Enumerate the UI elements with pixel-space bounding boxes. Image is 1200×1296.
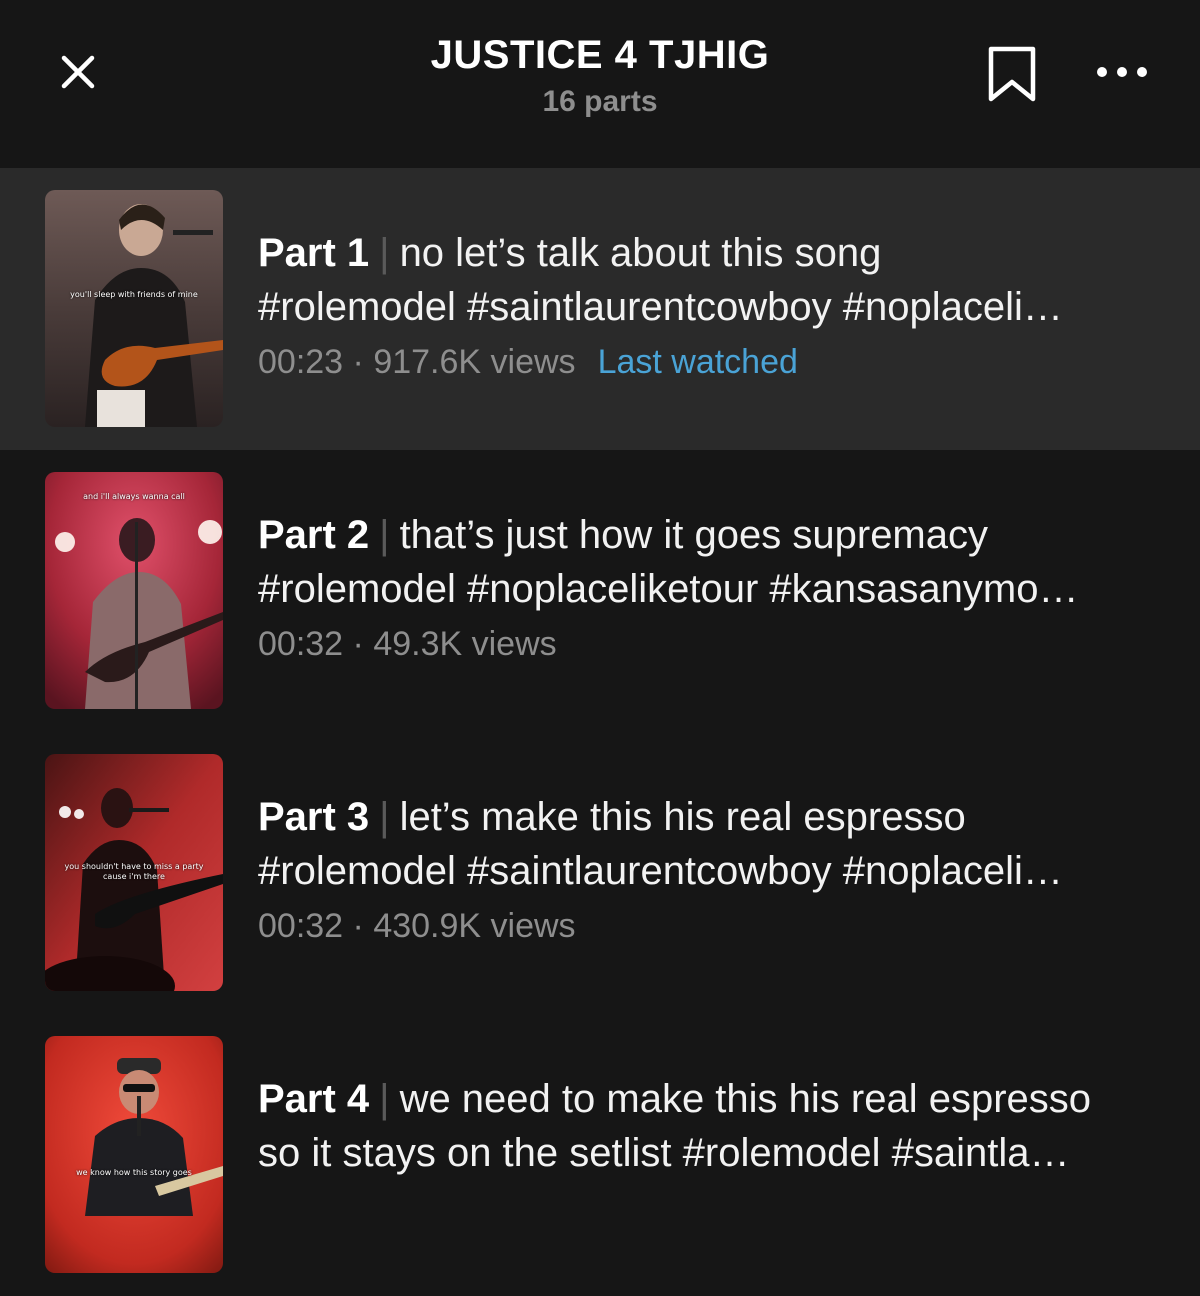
video-thumbnail[interactable]: and i'll always wanna call xyxy=(45,472,223,709)
part-title-line: Part 1 | no let’s talk about this song xyxy=(258,226,1168,280)
part-text: Part 2 | that’s just how it goes supremacy… xyxy=(258,508,1168,666)
view-count: 430.9K views xyxy=(373,907,576,945)
close-icon xyxy=(61,55,95,89)
thumbnail-caption: and i'll always wanna call xyxy=(83,492,185,501)
meta-dot: · xyxy=(352,343,364,381)
thumbnail-caption: we know how this story goes xyxy=(76,1168,192,1177)
video-thumbnail[interactable]: we know how this story goes xyxy=(45,1036,223,1273)
playlist-title-block: JUSTICE 4 TJHIG 16 parts xyxy=(300,30,900,122)
part-title-line: Part 2 | that’s just how it goes supremacy xyxy=(258,508,1168,562)
view-count: 49.3K views xyxy=(373,625,557,663)
playlist-part-count: 16 parts xyxy=(542,85,658,118)
part-hashtags: #rolemodel #saintlaurentcowboy #noplacel… xyxy=(258,285,1063,329)
last-watched-label: Last watched xyxy=(597,343,798,381)
part-label: Part 4 xyxy=(258,1077,370,1121)
part-text: Part 4 | we need to make this his real esp… xyxy=(258,1072,1168,1180)
thumbnail-caption: you'll sleep with friends of mine xyxy=(70,290,198,299)
playlist-header: JUSTICE 4 TJHIG 16 parts xyxy=(0,0,1200,168)
part-meta: 00:32 · 430.9K views xyxy=(258,904,1168,948)
part-title-line: Part 4 | we need to make this his real esp… xyxy=(258,1072,1168,1126)
part-description: we need to make this his real espresso xyxy=(399,1077,1092,1121)
part-label: Part 2 xyxy=(258,513,370,557)
meta-dot: · xyxy=(352,625,364,663)
separator: | xyxy=(379,513,390,557)
part-meta: 00:23 · 917.6K views Last watched xyxy=(258,340,1168,384)
part-meta: 00:32 · 49.3K views xyxy=(258,622,1168,666)
part-hashtags: #rolemodel #saintlaurentcowboy #noplacel… xyxy=(258,849,1063,893)
part-label: Part 3 xyxy=(258,795,370,839)
part-hashtags: so it stays on the setlist #rolemodel #s… xyxy=(258,1131,1070,1175)
part-description: no let’s talk about this song xyxy=(399,231,882,275)
more-icon xyxy=(1097,67,1147,77)
view-count: 917.6K views xyxy=(373,343,576,381)
close-button[interactable] xyxy=(50,44,106,100)
part-label: Part 1 xyxy=(258,231,370,275)
playlist-title: JUSTICE 4 TJHIG xyxy=(430,33,770,77)
thumbnail-caption: you shouldn't have to miss a party cause… xyxy=(64,862,204,881)
part-title-line: Part 3 | let’s make this his real espresso xyxy=(258,790,1168,844)
meta-dot: · xyxy=(352,907,364,945)
part-row[interactable]: you shouldn't have to miss a party cause… xyxy=(0,732,1200,1014)
part-description: let’s make this his real espresso xyxy=(399,795,966,839)
part-text: Part 1 | no let’s talk about this song #ro… xyxy=(258,226,1168,384)
part-hashtags: #rolemodel #noplaceliketour #kansasanymo… xyxy=(258,567,1079,611)
video-thumbnail[interactable]: you shouldn't have to miss a party cause… xyxy=(45,754,223,991)
separator: | xyxy=(379,1077,390,1121)
duration: 00:32 xyxy=(258,907,344,945)
separator: | xyxy=(379,231,390,275)
thumbnail-image xyxy=(45,190,223,427)
duration: 00:23 xyxy=(258,343,344,381)
thumbnail-image xyxy=(45,472,223,709)
part-row[interactable]: we know how this story goes Part 4 | we ne… xyxy=(0,1014,1200,1296)
part-text: Part 3 | let’s make this his real espresso… xyxy=(258,790,1168,948)
separator: | xyxy=(379,795,390,839)
part-row[interactable]: and i'll always wanna call Part 2 | that’s… xyxy=(0,450,1200,732)
bookmark-button[interactable] xyxy=(984,44,1040,104)
bookmark-icon xyxy=(988,46,1036,102)
part-description: that’s just how it goes supremacy xyxy=(399,513,988,557)
part-row[interactable]: you'll sleep with friends of mine Part 1… xyxy=(0,168,1200,450)
thumbnail-image xyxy=(45,1036,223,1273)
video-thumbnail[interactable]: you'll sleep with friends of mine xyxy=(45,190,223,427)
more-options-button[interactable] xyxy=(1090,52,1154,92)
duration: 00:32 xyxy=(258,625,344,663)
